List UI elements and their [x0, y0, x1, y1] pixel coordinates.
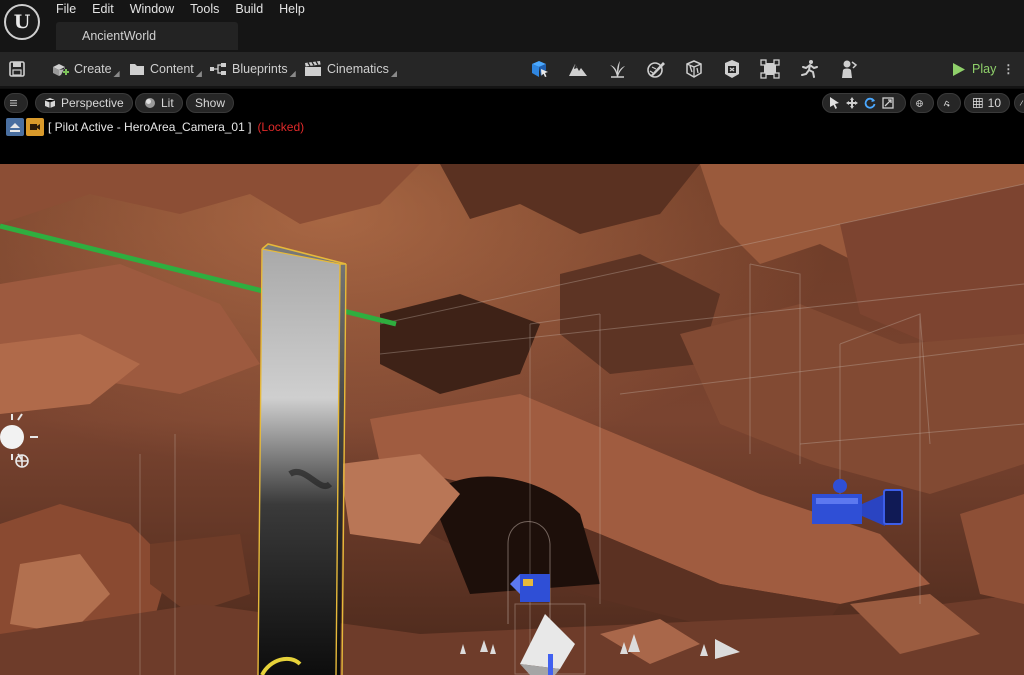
menu-build[interactable]: Build [227, 0, 271, 20]
play-icon [953, 62, 965, 76]
play-label: Play [972, 62, 997, 76]
landscape-icon [569, 64, 587, 76]
blueprints-dropdown-icon: ◢ [289, 68, 296, 78]
menu-file[interactable]: File [48, 0, 84, 20]
globe-icon [916, 99, 923, 107]
surface-snap-button[interactable] [937, 93, 961, 113]
menu-bar: File Edit Window Tools Build Help [48, 0, 313, 20]
content-label: Content [150, 62, 194, 76]
fracture-mode-button[interactable] [684, 59, 704, 79]
angle-icon [1019, 100, 1024, 106]
content-folder-icon [130, 64, 144, 75]
menu-edit[interactable]: Edit [84, 0, 122, 20]
scale-icon[interactable] [882, 97, 894, 109]
cinematics-dropdown-icon: ◢ [390, 68, 397, 78]
cinematics-label: Cinematics [327, 62, 389, 76]
rotation-snap-button[interactable] [1014, 93, 1024, 113]
unreal-logo-icon[interactable]: U [4, 4, 40, 40]
rotate-icon[interactable] [864, 97, 876, 109]
menu-window[interactable]: Window [122, 0, 182, 20]
create-icon [53, 64, 69, 76]
save-icon [9, 61, 25, 77]
animation-mode-button[interactable] [799, 59, 819, 79]
play-options-icon[interactable]: ⋮ [1002, 62, 1014, 76]
scene-render[interactable] [0, 164, 1024, 675]
blueprints-button[interactable]: Blueprints ◢ [209, 52, 296, 86]
menu-help[interactable]: Help [271, 0, 313, 20]
cinematics-button[interactable]: Cinematics ◢ [304, 52, 397, 86]
brush-edit-mode-button[interactable] [722, 59, 742, 79]
perspective-button[interactable]: Perspective [35, 93, 133, 113]
character-icon [842, 60, 858, 78]
select-arrow-icon[interactable] [829, 97, 840, 109]
blueprints-label: Blueprints [232, 62, 288, 76]
character-mode-button[interactable] [838, 59, 858, 79]
create-dropdown-icon: ◢ [113, 68, 120, 78]
create-label: Create [74, 62, 112, 76]
modeling-icon [760, 59, 780, 79]
view-mode-button[interactable]: Lit [135, 93, 183, 113]
monolith-actor [257, 243, 347, 675]
content-button[interactable]: Content ◢ [129, 52, 202, 86]
content-dropdown-icon: ◢ [195, 68, 202, 78]
camera-icon [30, 124, 40, 130]
hamburger-icon [10, 100, 17, 106]
show-label: Show [195, 96, 226, 110]
perspective-cube-icon [44, 98, 56, 108]
level-tab[interactable]: AncientWorld [56, 22, 238, 50]
lit-label: Lit [161, 96, 174, 110]
save-button[interactable] [9, 52, 25, 86]
level-viewport[interactable]: Perspective Lit Show 10 [Pilot Active -… [0, 89, 1024, 675]
landscape-mode-button[interactable] [568, 59, 588, 79]
level-tab-label: AncientWorld [82, 29, 157, 43]
grid-snap-value: 10 [987, 96, 1001, 110]
menu-tools[interactable]: Tools [182, 0, 227, 20]
clapperboard-icon [305, 61, 321, 76]
selection-mode-button[interactable] [529, 59, 549, 79]
modeling-mode-button[interactable] [760, 59, 780, 79]
create-button[interactable]: Create ◢ [51, 52, 120, 86]
lit-sphere-icon [145, 98, 155, 108]
mesh-paint-mode-button[interactable] [646, 59, 666, 79]
surface-snap-icon [943, 100, 950, 106]
grid-snap-button[interactable]: 10 [964, 93, 1010, 113]
grid-icon [973, 98, 983, 108]
pilot-camera-button[interactable] [26, 118, 44, 136]
viewport-menu-button[interactable] [4, 93, 28, 113]
pilot-actor-bar: [ Pilot Active - HeroArea_Camera_01 ] (L… [6, 117, 304, 137]
fracture-icon [686, 60, 702, 78]
locked-badge: (Locked) [257, 120, 305, 134]
world-space-button[interactable] [910, 93, 934, 113]
viewport-toolbar: Perspective Lit Show 10 [0, 89, 1024, 117]
pilot-actor-label: [ Pilot Active - HeroArea_Camera_01 ] [48, 120, 252, 134]
eject-icon [10, 123, 20, 132]
blueprints-icon [210, 63, 226, 75]
mesh-paint-icon [647, 62, 665, 78]
foliage-icon [610, 61, 625, 78]
foliage-mode-button[interactable] [607, 59, 627, 79]
brush-edit-icon [725, 60, 739, 78]
transform-tools-group [822, 93, 906, 113]
perspective-label: Perspective [61, 96, 124, 110]
move-icon[interactable] [846, 97, 858, 109]
eject-pilot-button[interactable] [6, 118, 24, 136]
title-bar: U File Edit Window Tools Build Help Anci… [0, 0, 1024, 52]
main-toolbar: Create ◢ Content ◢ Blueprints ◢ Cinemati… [0, 52, 1024, 88]
show-button[interactable]: Show [186, 93, 235, 113]
play-button[interactable]: Play ⋮ [952, 52, 1014, 86]
animation-icon [801, 60, 818, 78]
selection-mode-icon [532, 61, 548, 77]
